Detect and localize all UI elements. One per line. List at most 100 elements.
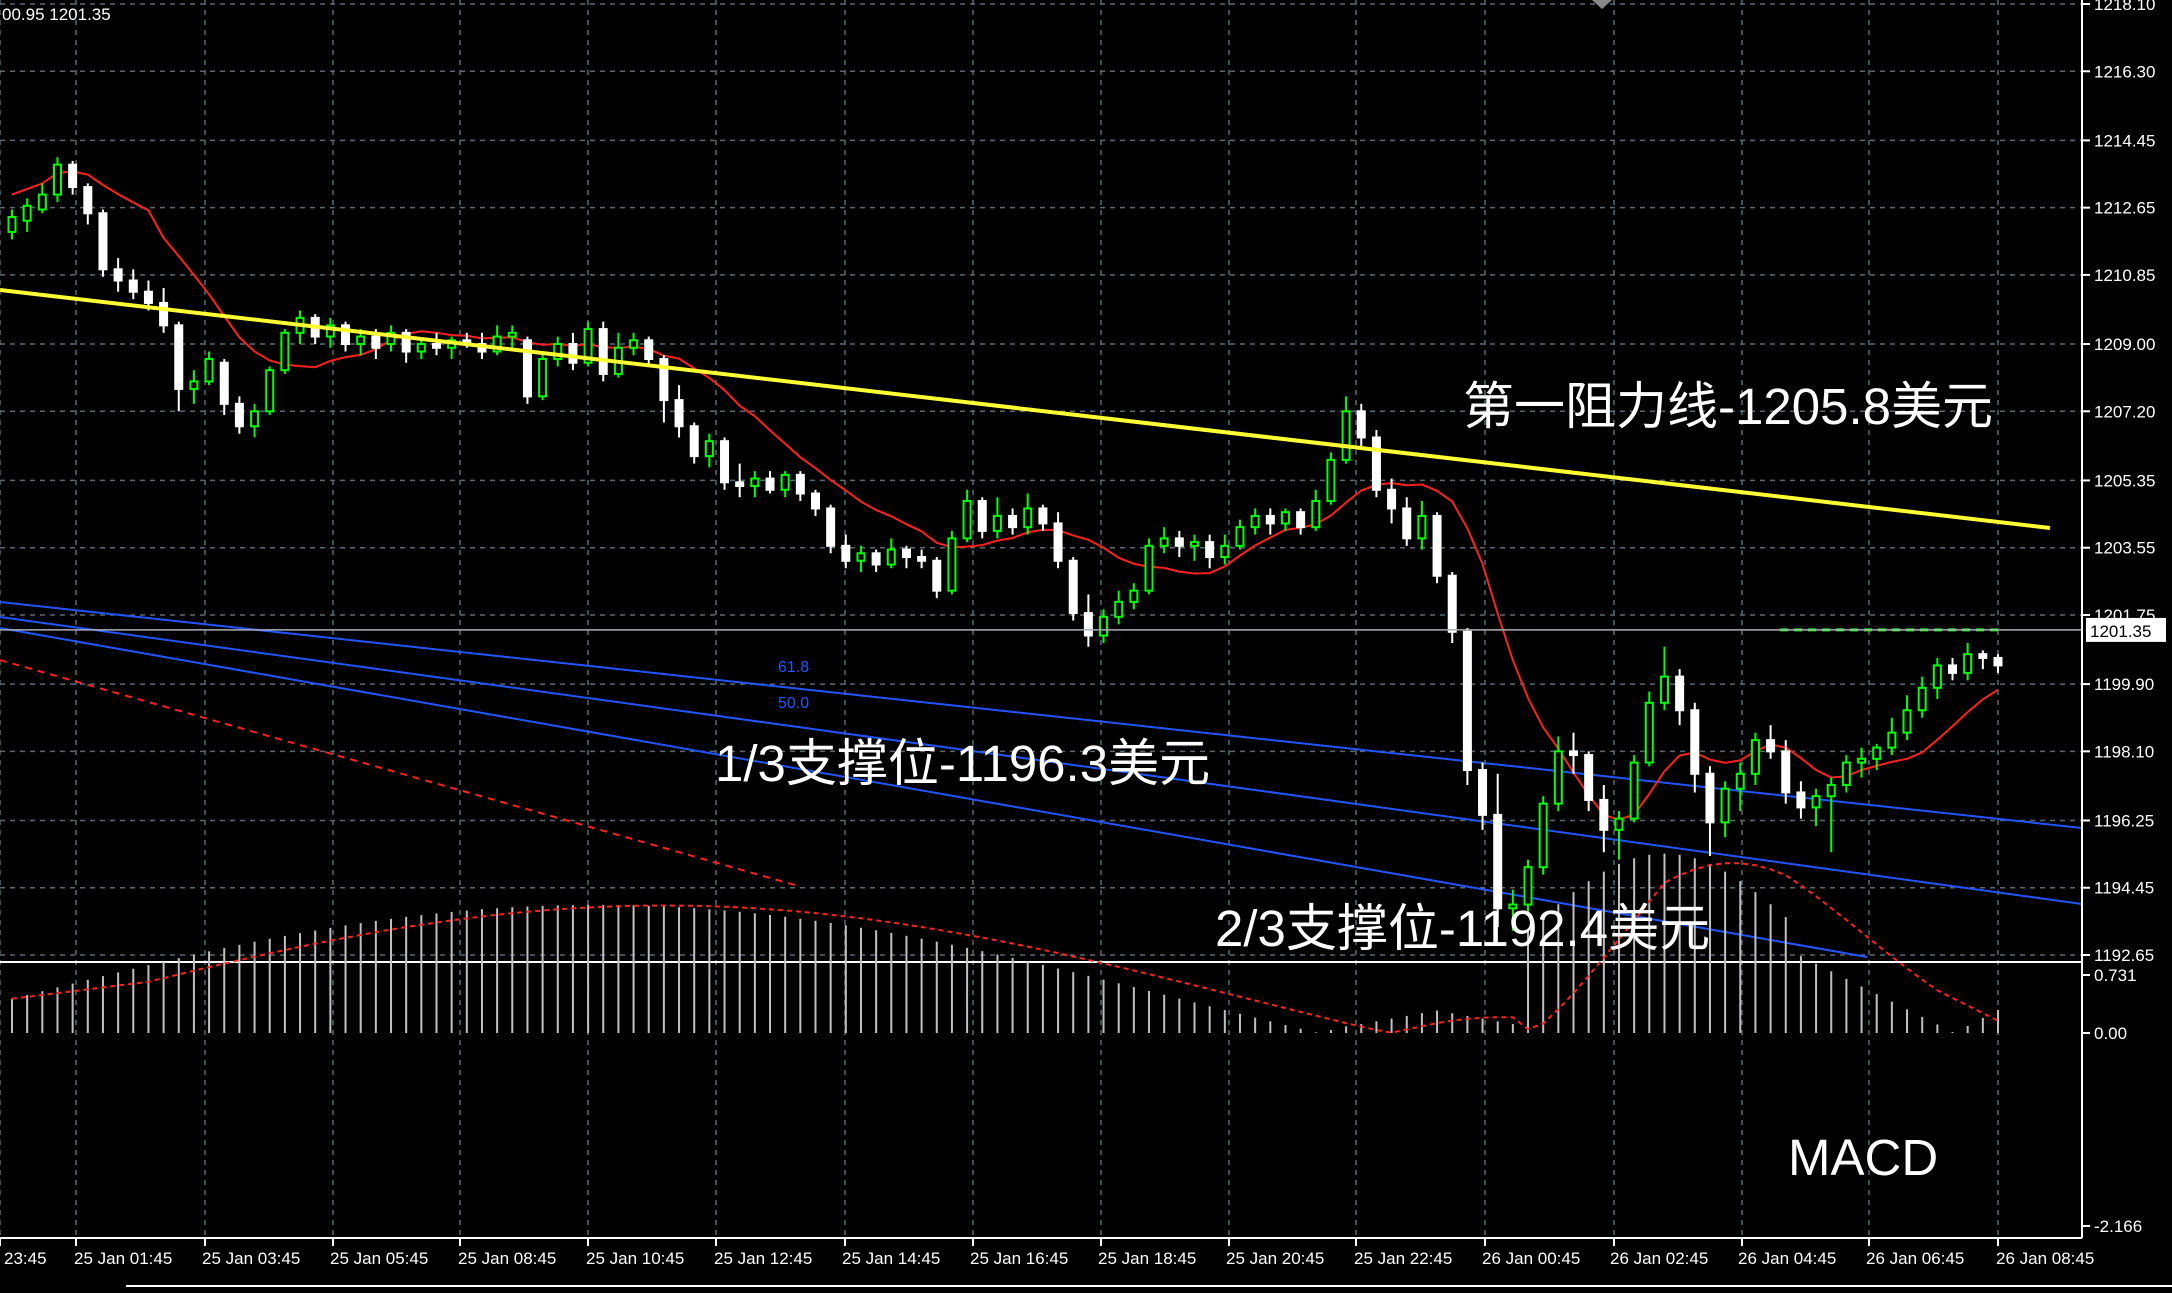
- candle-body: [416, 343, 426, 353]
- macd-tick-label: 0.731: [2094, 966, 2137, 985]
- time-tick-label: 25 Jan 10:45: [586, 1249, 684, 1268]
- price-tick-label: 1210.85: [2094, 266, 2155, 285]
- macd-label: MACD: [1788, 1129, 1938, 1186]
- candle-body: [1402, 507, 1412, 540]
- candle-body: [1280, 511, 1290, 525]
- time-tick-label: 25 Jan 01:45: [74, 1249, 172, 1268]
- candlestick-chart[interactable]: 1218.10 1216.30 1214.45 1212.65 1210.85 1209.…: [0, 0, 2172, 1288]
- candle-body: [1129, 589, 1139, 603]
- current-price-label: 1201.35: [2090, 622, 2151, 641]
- candle-body: [1569, 750, 1579, 757]
- candle-body: [1584, 754, 1594, 801]
- candle-body: [143, 290, 153, 304]
- price-tick-label: 1214.45: [2094, 131, 2155, 150]
- candle-body: [1811, 795, 1821, 809]
- price-tick-label: 1209.00: [2094, 335, 2155, 354]
- candle-body: [977, 499, 987, 532]
- candle-body: [265, 369, 275, 413]
- candle-body: [356, 335, 366, 346]
- candle-body: [189, 380, 199, 390]
- time-tick-label: 25 Jan 20:45: [1226, 1249, 1324, 1268]
- time-tick-label: 26 Jan 06:45: [1866, 1249, 1964, 1268]
- candle-body: [1068, 559, 1078, 615]
- candle-body: [947, 537, 957, 592]
- candle-body: [871, 552, 881, 566]
- price-tick-label: 1203.55: [2094, 539, 2155, 558]
- candle-body: [128, 279, 138, 293]
- candle-body: [1826, 783, 1836, 798]
- candle-body: [83, 186, 93, 215]
- candle-body: [371, 335, 381, 349]
- price-tick-label: 1198.10: [2094, 742, 2154, 761]
- candle-body: [1659, 675, 1669, 704]
- candle-body: [1629, 761, 1639, 820]
- price-tick-label: 1207.20: [2094, 402, 2155, 421]
- candle-body: [1857, 757, 1867, 764]
- candle-body: [644, 339, 654, 360]
- candle-body: [1705, 772, 1715, 824]
- candle-body: [841, 544, 851, 562]
- candle-body: [522, 339, 532, 398]
- candle-body: [98, 212, 108, 271]
- candle-body: [1614, 817, 1624, 831]
- candle-body: [901, 548, 911, 559]
- support-2-3-label: 2/3支撑位-1192.4美元: [1215, 900, 1710, 957]
- candle-body: [1023, 507, 1033, 529]
- candle-body: [1083, 612, 1093, 637]
- candle-body: [1008, 514, 1018, 529]
- candle-body: [1963, 653, 1973, 674]
- candle-body: [1417, 514, 1427, 540]
- candle-body: [1675, 675, 1685, 712]
- time-tick-label: 25 Jan 18:45: [1098, 1249, 1196, 1268]
- candle-body: [1781, 750, 1791, 794]
- price-tick-label: 1194.45: [2094, 879, 2154, 898]
- candle-body: [1932, 664, 1942, 689]
- candle-body: [219, 361, 229, 405]
- candle-body: [1917, 686, 1927, 712]
- price-tick-label: 1205.35: [2094, 471, 2155, 490]
- candle-body: [735, 481, 745, 488]
- price-tick-label: 1196.25: [2094, 811, 2154, 830]
- candle-body: [1235, 526, 1245, 547]
- time-tick-label: 25 Jan 03:45: [202, 1249, 300, 1268]
- candle-body: [1356, 410, 1366, 439]
- candle-body: [22, 204, 32, 222]
- candle-body: [886, 548, 896, 566]
- candle-body: [992, 514, 1002, 532]
- candle-body: [507, 331, 517, 338]
- candle-body: [1159, 537, 1169, 547]
- candle-body: [431, 343, 441, 349]
- time-tick-label: 26 Jan 02:45: [1610, 1249, 1708, 1268]
- candle-body: [1387, 488, 1397, 510]
- candle-body: [1523, 866, 1533, 906]
- candle-body: [1796, 791, 1806, 809]
- support-1-3-label: 1/3支撑位-1196.3美元: [715, 735, 1210, 792]
- price-tick-label: 1216.30: [2094, 62, 2155, 81]
- candle-body: [1114, 600, 1124, 618]
- candle-body: [1872, 746, 1882, 760]
- fib-61-8-label: 61.8: [778, 659, 809, 676]
- candle-body: [568, 343, 578, 364]
- candle-body: [52, 163, 62, 196]
- candle-body: [1902, 709, 1912, 734]
- candle-body: [1553, 750, 1563, 805]
- candle-body: [1750, 739, 1760, 775]
- chart-window[interactable]: 1218.10 1216.30 1214.45 1212.65 1210.85 1209.…: [0, 0, 2172, 1288]
- candle-body: [720, 440, 730, 484]
- candle-body: [1841, 761, 1851, 786]
- candle-body: [1978, 653, 1988, 659]
- candle-body: [1447, 574, 1457, 633]
- candle-body: [1766, 739, 1776, 753]
- fib-50-0-label: 50.0: [778, 695, 809, 712]
- candle-body: [674, 399, 684, 428]
- candle-body: [1720, 787, 1730, 824]
- candle-body: [1190, 541, 1200, 547]
- candle-body: [765, 477, 775, 491]
- time-tick-label: 26 Jan 08:45: [1996, 1249, 2094, 1268]
- candle-body: [1265, 514, 1275, 525]
- price-tick-label: 1199.90: [2094, 675, 2154, 694]
- candle-body: [7, 215, 17, 233]
- candle-body: [780, 473, 790, 491]
- candle-body: [689, 425, 699, 458]
- candle-body: [1326, 458, 1336, 502]
